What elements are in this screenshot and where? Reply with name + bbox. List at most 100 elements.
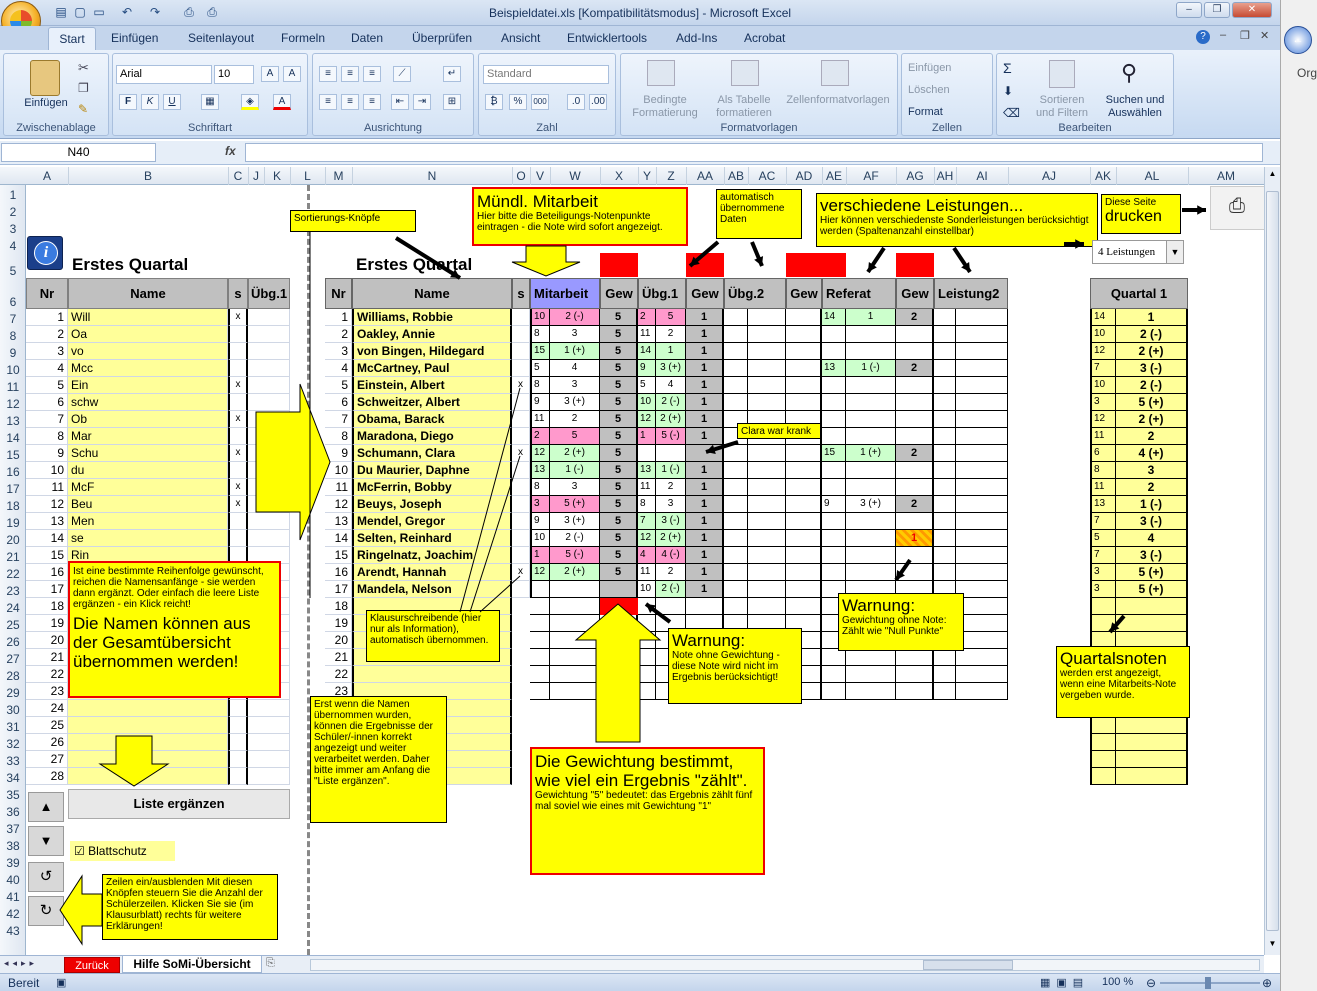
student-name-cell[interactable]: Oakley, Annie xyxy=(352,326,512,343)
left-ubg-cell[interactable] xyxy=(248,326,290,343)
print-preview-icon[interactable]: ⎙ xyxy=(180,4,198,21)
grade-cell[interactable] xyxy=(822,666,846,683)
student-nr-cell[interactable]: 11 xyxy=(325,479,352,496)
mitarbeit-grade-cell[interactable] xyxy=(550,581,600,598)
left-name-cell[interactable] xyxy=(68,700,228,717)
ubg1-grade-cell[interactable]: 4 xyxy=(656,377,686,394)
ubg2-points-cell[interactable] xyxy=(724,326,748,343)
student-s-cell[interactable] xyxy=(512,309,530,326)
ubg2-points-cell[interactable] xyxy=(724,462,748,479)
print-icon[interactable]: ⎙ xyxy=(203,4,221,21)
row-header[interactable]: 17 xyxy=(0,482,26,496)
leistung2-cell[interactable] xyxy=(956,360,1008,377)
ubg2-grade-cell[interactable] xyxy=(748,479,786,496)
grade-cell[interactable] xyxy=(550,683,600,700)
row-header[interactable]: 21 xyxy=(0,550,26,564)
student-nr-cell[interactable]: 20 xyxy=(325,632,352,649)
column-header[interactable]: AI xyxy=(976,169,987,183)
left-ubg-cell[interactable] xyxy=(248,428,290,445)
ubg1-points-cell[interactable] xyxy=(638,445,656,462)
student-name-cell[interactable]: Selten, Reinhard xyxy=(352,530,512,547)
weight-cell[interactable]: 1 xyxy=(686,360,724,377)
grade-cell[interactable] xyxy=(530,632,550,649)
align-bottom-icon[interactable]: ≡ xyxy=(363,66,381,82)
left-s-cell[interactable] xyxy=(228,751,248,768)
student-nr-cell[interactable]: 12 xyxy=(325,496,352,513)
weight-cell[interactable]: 5 xyxy=(600,462,638,479)
copy-icon[interactable]: ❐ xyxy=(78,81,89,95)
student-s-cell[interactable] xyxy=(512,326,530,343)
row-up-button[interactable]: ▲ xyxy=(28,792,64,822)
ubg1-points-cell[interactable]: 13 xyxy=(638,462,656,479)
referat-points-cell[interactable] xyxy=(822,479,846,496)
inner-close-button[interactable]: ✕ xyxy=(1260,29,1269,42)
format-cells-button[interactable]: Format xyxy=(908,106,943,119)
grade-cell[interactable] xyxy=(934,666,956,683)
weight-cell[interactable] xyxy=(896,513,934,530)
left-nr-cell[interactable]: 24 xyxy=(26,700,68,717)
weight-cell[interactable] xyxy=(786,598,822,615)
column-header[interactable]: M xyxy=(334,169,344,183)
row-header[interactable]: 2 xyxy=(0,205,26,219)
new-sheet-icon[interactable]: ⎘ xyxy=(266,957,275,970)
referat-grade-cell[interactable] xyxy=(846,394,896,411)
ubg2-points-cell[interactable] xyxy=(724,445,748,462)
student-name-cell[interactable]: Beuys, Joseph xyxy=(352,496,512,513)
left-nr-cell[interactable]: 6 xyxy=(26,394,68,411)
conditional-format-icon[interactable] xyxy=(647,60,675,86)
grade-cell[interactable] xyxy=(822,683,846,700)
column-header[interactable]: J xyxy=(253,169,259,183)
grade-cell[interactable] xyxy=(530,683,550,700)
student-nr-cell[interactable]: 9 xyxy=(325,445,352,462)
increase-decimal-icon[interactable]: .0 xyxy=(567,94,585,110)
grade-cell[interactable] xyxy=(748,598,786,615)
increase-indent-icon[interactable]: ⇥ xyxy=(413,94,431,110)
ubg1-grade-cell[interactable]: 2 (+) xyxy=(656,530,686,547)
name-box[interactable]: N40 xyxy=(1,143,156,162)
weight-cell[interactable] xyxy=(600,632,638,649)
leistung2-cell[interactable] xyxy=(934,343,956,360)
row-header[interactable]: 5 xyxy=(0,264,26,278)
ubg1-grade-cell[interactable]: 4 (-) xyxy=(656,547,686,564)
leistung2-cell[interactable] xyxy=(934,530,956,547)
column-header[interactable]: AA xyxy=(697,169,713,183)
grade-cell[interactable] xyxy=(724,598,748,615)
ubg2-grade-cell[interactable] xyxy=(748,547,786,564)
column-header[interactable]: O xyxy=(516,169,525,183)
left-nr-cell[interactable]: 12 xyxy=(26,496,68,513)
student-s-cell[interactable] xyxy=(512,428,530,445)
column-header[interactable]: K xyxy=(273,169,281,183)
checkbox-icon[interactable]: ☑ xyxy=(74,844,85,858)
weight-cell[interactable] xyxy=(896,428,934,445)
column-header[interactable]: L xyxy=(304,169,311,183)
weight-cell[interactable]: 1 xyxy=(686,428,724,445)
ubg1-grade-cell[interactable]: 5 (-) xyxy=(656,428,686,445)
referat-points-cell[interactable] xyxy=(822,411,846,428)
left-s-cell[interactable] xyxy=(228,428,248,445)
leistung2-cell[interactable] xyxy=(934,309,956,326)
left-name-cell[interactable]: Beu xyxy=(68,496,228,513)
column-separator[interactable] xyxy=(352,167,353,185)
weight-cell[interactable]: 5 xyxy=(600,309,638,326)
mitarbeit-points-cell[interactable]: 2 xyxy=(530,428,550,445)
merge-icon[interactable]: ⊞ xyxy=(443,94,461,110)
mitarbeit-grade-cell[interactable]: 3 (+) xyxy=(550,513,600,530)
fill-icon[interactable]: ⬇ xyxy=(1003,84,1013,98)
weight-cell[interactable] xyxy=(896,411,934,428)
mitarbeit-grade-cell[interactable]: 3 xyxy=(550,377,600,394)
referat-grade-cell[interactable] xyxy=(846,530,896,547)
grade-cell[interactable] xyxy=(550,615,600,632)
weight-cell[interactable]: 1 xyxy=(686,377,724,394)
new-icon[interactable]: ▢ xyxy=(71,4,89,21)
mitarbeit-points-cell[interactable]: 1 xyxy=(530,547,550,564)
student-name-cell[interactable]: Schweitzer, Albert xyxy=(352,394,512,411)
row-header[interactable]: 18 xyxy=(0,499,26,513)
tab-ueberpruefen[interactable]: Überprüfen xyxy=(412,31,472,45)
ubg1-points-cell[interactable]: 10 xyxy=(638,394,656,411)
referat-points-cell[interactable] xyxy=(822,343,846,360)
referat-points-cell[interactable] xyxy=(822,462,846,479)
left-name-cell[interactable]: Will xyxy=(68,309,228,326)
student-s-cell[interactable] xyxy=(512,581,530,598)
mitarbeit-points-cell[interactable]: 12 xyxy=(530,564,550,581)
font-family-select[interactable]: Arial xyxy=(116,65,212,84)
